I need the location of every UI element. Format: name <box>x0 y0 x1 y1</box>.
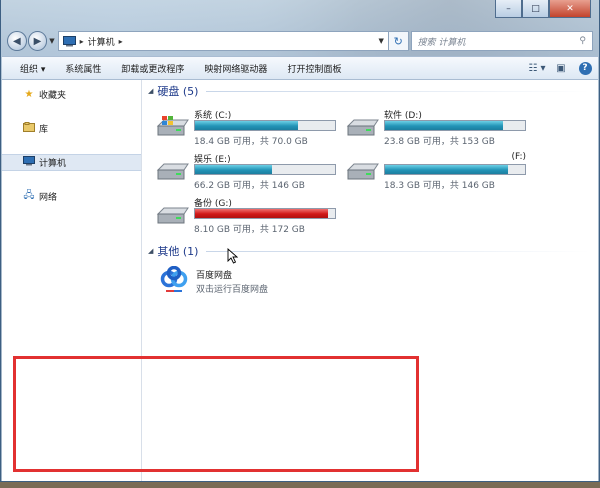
search-input[interactable]: 搜索 计算机 ⚲ <box>410 31 593 51</box>
history-dropdown-icon[interactable]: ▼ <box>49 37 54 45</box>
explorer-window: – □ ✕ ◀ ▶ ▼ ▸ 计算机 ▸ ▼ ↻ 搜索 计算机 ⚲ 组织 ▾ 系统… <box>0 0 600 482</box>
minimize-button[interactable]: – <box>495 0 522 18</box>
back-arrow-icon: ◀ <box>12 35 21 47</box>
refresh-button[interactable]: ↻ <box>388 31 409 51</box>
nav-item-libraries[interactable]: 库 <box>2 120 141 137</box>
drive-usage-bar <box>194 208 336 219</box>
preview-pane-icon[interactable]: ▣ <box>552 60 570 76</box>
drive-usage-bar <box>194 164 336 175</box>
drive-usage-bar <box>384 120 526 131</box>
collapse-arrow-icon: ◢ <box>148 87 154 95</box>
maximize-button[interactable]: □ <box>522 0 549 18</box>
star-icon: ★ <box>24 89 34 100</box>
back-button[interactable]: ◀ <box>7 31 27 51</box>
drive-usage-fill <box>385 121 504 130</box>
nav-item-label: 库 <box>39 125 49 135</box>
drive-c[interactable]: 系统 (C:) 18.4 GB 可用，共 70.0 GB <box>156 108 346 148</box>
nav-item-label: 计算机 <box>39 159 67 169</box>
command-bar: 组织 ▾ 系统属性 卸载或更改程序 映射网络驱动器 打开控制面板 ☷ ▾ ▣ ? <box>2 56 598 80</box>
help-button[interactable]: ? <box>576 60 594 76</box>
drive-usage-fill <box>195 209 329 218</box>
drive-usage-fill <box>195 165 272 174</box>
drive-free-space: 23.8 GB 可用，共 153 GB <box>384 137 495 147</box>
breadcrumb-chevron-icon[interactable]: ▸ <box>119 37 123 46</box>
group-header-hard-disks[interactable]: ◢ 硬盘 (5) <box>148 84 590 98</box>
baidu-netdisk-icon <box>160 266 188 292</box>
mouse-cursor-icon <box>227 248 238 264</box>
address-row: ◀ ▶ ▼ ▸ 计算机 ▸ ▼ ↻ 搜索 计算机 ⚲ <box>7 30 593 52</box>
nav-item-label: 网络 <box>39 193 58 203</box>
app-name: 百度网盘 <box>196 271 233 281</box>
library-icon <box>22 122 36 135</box>
change-view-icon[interactable]: ☷ ▾ <box>528 60 546 76</box>
hard-drive-icon <box>346 119 379 136</box>
search-placeholder: 搜索 计算机 <box>417 37 466 48</box>
drive-free-space: 18.4 GB 可用，共 70.0 GB <box>194 137 308 147</box>
breadcrumb-computer[interactable]: 计算机 <box>88 35 115 48</box>
organize-menu[interactable]: 组织 ▾ <box>2 62 55 75</box>
nav-item-computer[interactable]: 计算机 <box>2 154 141 171</box>
group-divider <box>206 250 590 252</box>
collapse-arrow-icon: ◢ <box>148 247 154 255</box>
drive-free-space: 18.3 GB 可用，共 146 GB <box>384 181 495 191</box>
nav-item-favorites[interactable]: ★ 收藏夹 <box>2 86 141 103</box>
app-description: 双击运行百度网盘 <box>196 285 269 295</box>
group-title: 其他 (1) <box>157 245 199 258</box>
computer-icon <box>22 156 36 169</box>
group-header-other[interactable]: ◢ 其他 (1) <box>148 244 590 258</box>
drive-d[interactable]: 软件 (D:) 23.8 GB 可用，共 153 GB <box>346 108 536 148</box>
hard-drive-icon <box>156 207 189 224</box>
address-bar[interactable]: ▸ 计算机 ▸ ▼ <box>57 31 389 51</box>
group-title: 硬盘 (5) <box>157 85 199 98</box>
drive-g[interactable]: 备份 (G:) 8.10 GB 可用，共 172 GB <box>156 196 346 236</box>
drive-usage-fill <box>385 165 508 174</box>
windows-drive-icon <box>156 116 189 136</box>
group-divider <box>206 90 590 92</box>
computer-icon <box>62 35 76 46</box>
drive-e[interactable]: 娱乐 (E:) 66.2 GB 可用，共 146 GB <box>156 152 346 192</box>
drive-f[interactable]: (F:) 18.3 GB 可用，共 146 GB <box>346 152 536 192</box>
hard-drive-icon <box>346 163 379 180</box>
window-controls: – □ ✕ <box>495 0 591 18</box>
nav-item-network[interactable]: 🖧 网络 <box>2 188 141 205</box>
hard-drive-icon <box>156 163 189 180</box>
drive-usage-fill <box>195 121 299 130</box>
view-controls: ☷ ▾ ▣ ? <box>522 60 598 76</box>
uninstall-program-button[interactable]: 卸载或更改程序 <box>111 62 194 75</box>
map-network-drive-button[interactable]: 映射网络驱动器 <box>194 62 277 75</box>
system-properties-button[interactable]: 系统属性 <box>55 62 111 75</box>
breadcrumb-separator-icon: ▸ <box>79 36 84 46</box>
baidu-netdisk-item[interactable]: 百度网盘 双击运行百度网盘 <box>160 266 360 302</box>
help-icon: ? <box>578 61 592 75</box>
nav-item-label: 收藏夹 <box>39 91 67 101</box>
forward-button[interactable]: ▶ <box>27 31 48 51</box>
search-icon: ⚲ <box>579 36 586 46</box>
drive-usage-bar <box>384 164 526 175</box>
drive-usage-bar <box>194 120 336 131</box>
address-dropdown-icon[interactable]: ▼ <box>379 37 384 45</box>
drive-free-space: 66.2 GB 可用，共 146 GB <box>194 181 305 191</box>
drive-free-space: 8.10 GB 可用，共 172 GB <box>194 225 305 235</box>
forward-arrow-icon: ▶ <box>33 35 42 47</box>
close-button[interactable]: ✕ <box>549 0 591 18</box>
drive-label: (F:) <box>511 152 526 162</box>
annotation-highlight-box <box>13 356 419 472</box>
refresh-icon: ↻ <box>393 34 403 48</box>
network-icon: 🖧 <box>23 190 35 201</box>
open-control-panel-button[interactable]: 打开控制面板 <box>277 62 351 75</box>
